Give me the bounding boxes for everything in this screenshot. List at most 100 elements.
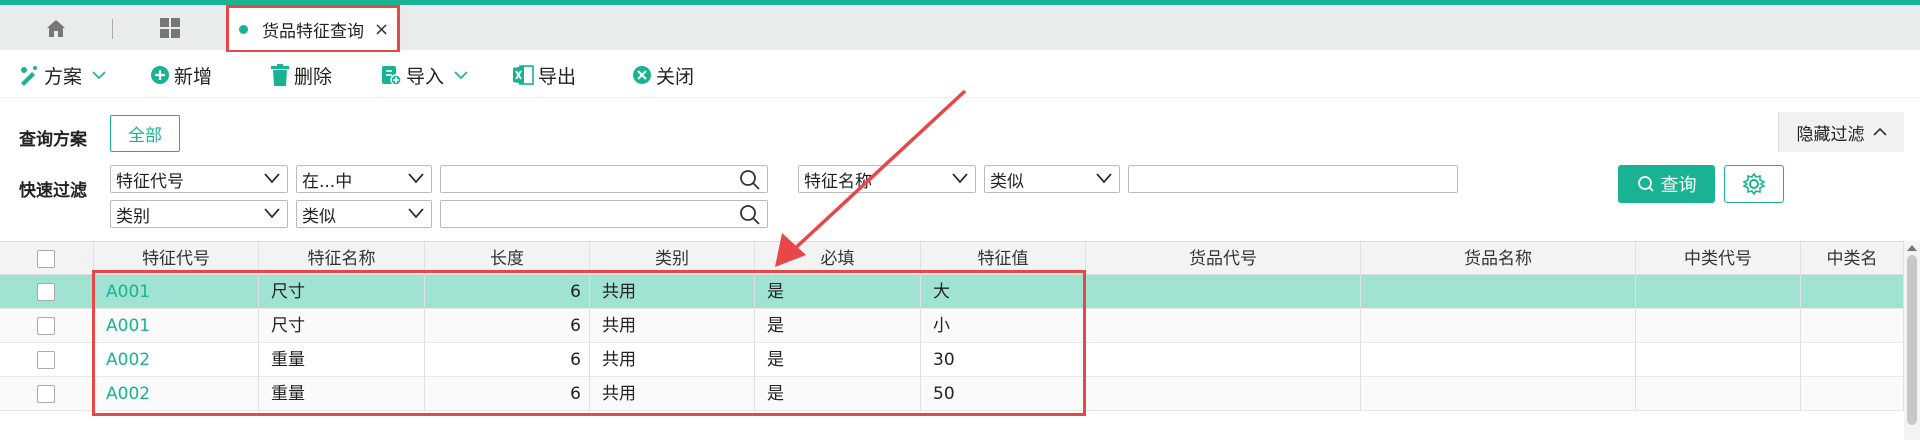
filter-operator-select-1[interactable]: 在...中 [296,165,432,193]
cell-feature-value: 50 [921,377,1086,411]
tab-separator [112,19,113,39]
filter-field-value: 特征代号 [116,171,184,192]
table-row[interactable]: A002 重量 6 共用 是 30 [0,343,1904,377]
table-row[interactable]: A001 尺寸 6 共用 是 小 [0,309,1904,343]
row-checkbox[interactable] [37,317,55,335]
quick-filter-label: 快速过滤 [19,181,87,201]
row-checkbox-cell [0,309,94,343]
import-button[interactable]: 导入 [380,60,472,90]
cell-category: 共用 [590,309,755,343]
cell-required: 是 [755,377,921,411]
cell-required: 是 [755,275,921,309]
cell-feature-name: 尺寸 [259,275,425,309]
export-label: 导出 [538,65,577,88]
header-category[interactable]: 类别 [590,242,755,276]
cell-feature-value: 大 [921,275,1086,309]
cell-required: 是 [755,309,921,343]
cell-mid-category-code [1636,343,1801,377]
scroll-thumb[interactable] [1907,255,1917,425]
cell-length: 6 [425,343,590,377]
query-button[interactable]: 查询 [1618,165,1715,203]
header-feature-name[interactable]: 特征名称 [259,242,425,276]
chevron-down-icon [408,173,424,184]
header-mid-category-code[interactable]: 中类代号 [1636,242,1801,276]
scheme-button[interactable]: 方案 [18,60,110,90]
cell-length: 6 [425,309,590,343]
excel-icon [513,65,534,85]
trash-icon [271,64,289,86]
annotation-arrow [775,89,967,267]
grid-icon[interactable] [155,13,185,43]
filter-value-input-2[interactable] [1128,165,1458,193]
header-goods-name[interactable]: 货品名称 [1361,242,1636,276]
cell-feature-value: 小 [921,309,1086,343]
cell-length: 6 [425,275,590,309]
vertical-scrollbar[interactable] [1904,241,1920,440]
row-checkbox[interactable] [37,283,55,301]
filter-field-value: 类别 [116,206,150,227]
cell-feature-code[interactable]: A001 [94,309,259,343]
cell-mid-category-name [1801,309,1904,343]
cell-category: 共用 [590,343,755,377]
cell-feature-name: 尺寸 [259,309,425,343]
cell-length: 6 [425,377,590,411]
home-icon[interactable] [41,13,71,43]
filter-field-select-3[interactable]: 类别 [110,200,288,228]
cell-mid-category-code [1636,275,1801,309]
row-checkbox[interactable] [37,351,55,369]
table-row[interactable]: A002 重量 6 共用 是 50 [0,377,1904,411]
filter-value-input-1[interactable] [440,165,768,193]
settings-button[interactable] [1724,165,1784,203]
delete-button[interactable]: 删除 [270,60,332,90]
cell-goods-code [1086,275,1361,309]
header-mid-category-name[interactable]: 中类名 [1801,242,1904,276]
scheme-label: 方案 [44,65,83,88]
cell-category: 共用 [590,377,755,411]
cell-feature-code[interactable]: A002 [94,377,259,411]
close-button[interactable]: 关闭 [632,60,694,90]
cell-goods-name [1361,309,1636,343]
add-label: 新增 [174,65,213,88]
add-button[interactable]: 新增 [150,60,212,90]
cell-feature-code[interactable]: A001 [94,275,259,309]
search-icon[interactable] [739,204,761,226]
cell-mid-category-name [1801,377,1904,411]
cell-goods-code [1086,343,1361,377]
cell-category: 共用 [590,275,755,309]
filter-operator-value: 在...中 [302,171,353,192]
cell-mid-category-code [1636,309,1801,343]
header-feature-code[interactable]: 特征代号 [94,242,259,276]
hide-filter-button[interactable]: 隐藏过滤 [1778,112,1904,152]
search-icon [1637,176,1654,192]
cell-mid-category-name [1801,343,1904,377]
scroll-up-arrow-icon[interactable] [1904,242,1920,254]
all-scheme-button[interactable]: 全部 [110,115,180,152]
row-checkbox[interactable] [37,385,55,403]
cell-feature-name: 重量 [259,343,425,377]
select-all-checkbox[interactable] [37,250,55,268]
export-button[interactable]: 导出 [512,60,576,90]
cell-goods-name [1361,377,1636,411]
query-scheme-label: 查询方案 [19,130,87,150]
header-length[interactable]: 长度 [425,242,590,276]
filter-operator-select-3[interactable]: 类似 [296,200,432,228]
cell-goods-name [1361,275,1636,309]
filter-operator-select-2[interactable]: 类似 [984,165,1120,193]
chevron-down-icon [264,208,280,219]
tab-goods-feature-query[interactable]: 货品特征查询 × [226,5,400,53]
table-row[interactable]: A001 尺寸 6 共用 是 大 [0,275,1904,309]
close-tab-icon[interactable]: × [374,19,389,40]
cell-feature-code[interactable]: A002 [94,343,259,377]
row-checkbox-cell [0,377,94,411]
cell-mid-category-name [1801,275,1904,309]
cell-feature-name: 重量 [259,377,425,411]
cell-feature-value: 30 [921,343,1086,377]
search-icon[interactable] [739,169,761,191]
chevron-down-icon [454,71,468,80]
header-goods-code[interactable]: 货品代号 [1086,242,1361,276]
scheme-icon [21,66,37,86]
row-checkbox-cell [0,275,94,309]
chevron-up-icon [1872,127,1887,136]
filter-field-select-1[interactable]: 特征代号 [110,165,288,193]
filter-value-input-3[interactable] [440,200,768,228]
